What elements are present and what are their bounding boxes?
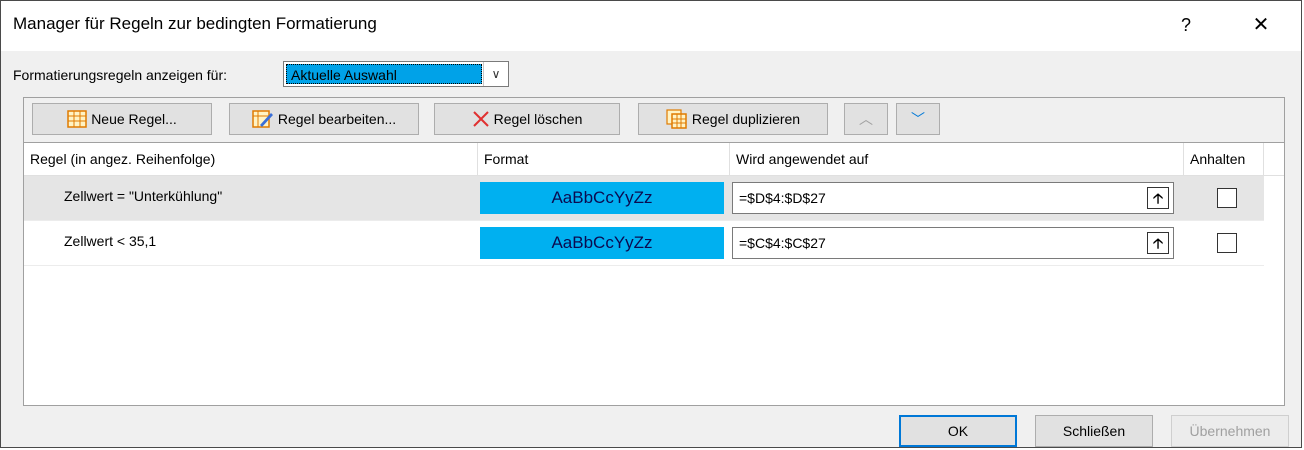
table-row[interactable]: Zellwert = "Unterkühlung" AaBbCcYyZz =$D…	[24, 176, 1264, 220]
header-rule[interactable]: Regel (in angez. Reihenfolge)	[24, 143, 478, 175]
help-button[interactable]: ?	[1171, 11, 1201, 39]
close-button[interactable]: Schließen	[1035, 415, 1153, 447]
delete-rule-button[interactable]: Regel löschen	[434, 103, 620, 135]
header-format[interactable]: Format	[478, 143, 730, 175]
range-select-icon[interactable]: 🡡	[1147, 232, 1169, 254]
edit-table-icon	[252, 110, 273, 128]
toolbar: Neue Regel... Regel bearbeiten... Regel …	[23, 97, 1285, 142]
rule-condition: Zellwert = "Unterkühlung"	[64, 188, 223, 204]
scope-selected-value: Aktuelle Auswahl	[286, 64, 482, 84]
row-divider	[24, 265, 1264, 266]
chevron-up-icon: ︿	[859, 111, 873, 127]
edit-rule-button[interactable]: Regel bearbeiten...	[229, 103, 419, 135]
table-icon	[67, 110, 87, 128]
scope-dropdown[interactable]: Aktuelle Auswahl ∨	[283, 61, 509, 87]
range-select-icon[interactable]: 🡡	[1147, 187, 1169, 209]
scope-label: Formatierungsregeln anzeigen für:	[13, 67, 228, 83]
ok-button[interactable]: OK	[899, 415, 1017, 447]
edit-rule-label: Regel bearbeiten...	[277, 111, 397, 127]
delete-icon	[472, 111, 489, 127]
duplicate-rule-label: Regel duplizieren	[691, 111, 801, 127]
duplicate-icon	[666, 109, 687, 129]
chevron-down-icon[interactable]: ∨	[483, 62, 508, 86]
table-row[interactable]: Zellwert < 35,1 AaBbCcYyZz =$C$4:$C$27 🡡	[24, 221, 1264, 265]
apply-button[interactable]: Übernehmen	[1171, 415, 1289, 447]
header-applies-to[interactable]: Wird angewendet auf	[730, 143, 1184, 175]
chevron-down-icon: ﹀	[911, 111, 925, 127]
applies-to-value: =$C$4:$C$27	[739, 235, 826, 251]
applies-to-field[interactable]: =$D$4:$D$27 🡡	[732, 182, 1174, 214]
delete-rule-label: Regel löschen	[493, 111, 583, 127]
duplicate-rule-button[interactable]: Regel duplizieren	[638, 103, 828, 135]
stop-if-true-checkbox[interactable]	[1217, 233, 1237, 253]
stop-if-true-checkbox[interactable]	[1217, 188, 1237, 208]
header-stop[interactable]: Anhalten	[1184, 143, 1264, 175]
move-down-button[interactable]: ﹀	[896, 103, 940, 135]
new-rule-label: Neue Regel...	[91, 111, 177, 127]
new-rule-button[interactable]: Neue Regel...	[32, 103, 212, 135]
move-up-button[interactable]: ︿	[844, 103, 888, 135]
close-icon[interactable]: ✕	[1246, 11, 1276, 39]
rules-table: Regel (in angez. Reihenfolge) Format Wir…	[23, 142, 1285, 406]
dialog-title: Manager für Regeln zur bedingten Formati…	[13, 14, 377, 33]
conditional-formatting-dialog: Manager für Regeln zur bedingten Formati…	[0, 0, 1302, 448]
applies-to-value: =$D$4:$D$27	[739, 190, 826, 206]
format-preview: AaBbCcYyZz	[480, 182, 724, 214]
applies-to-field[interactable]: =$C$4:$C$27 🡡	[732, 227, 1174, 259]
rule-condition: Zellwert < 35,1	[64, 233, 157, 249]
title-bar: Manager für Regeln zur bedingten Formati…	[1, 1, 1301, 51]
format-preview: AaBbCcYyZz	[480, 227, 724, 259]
